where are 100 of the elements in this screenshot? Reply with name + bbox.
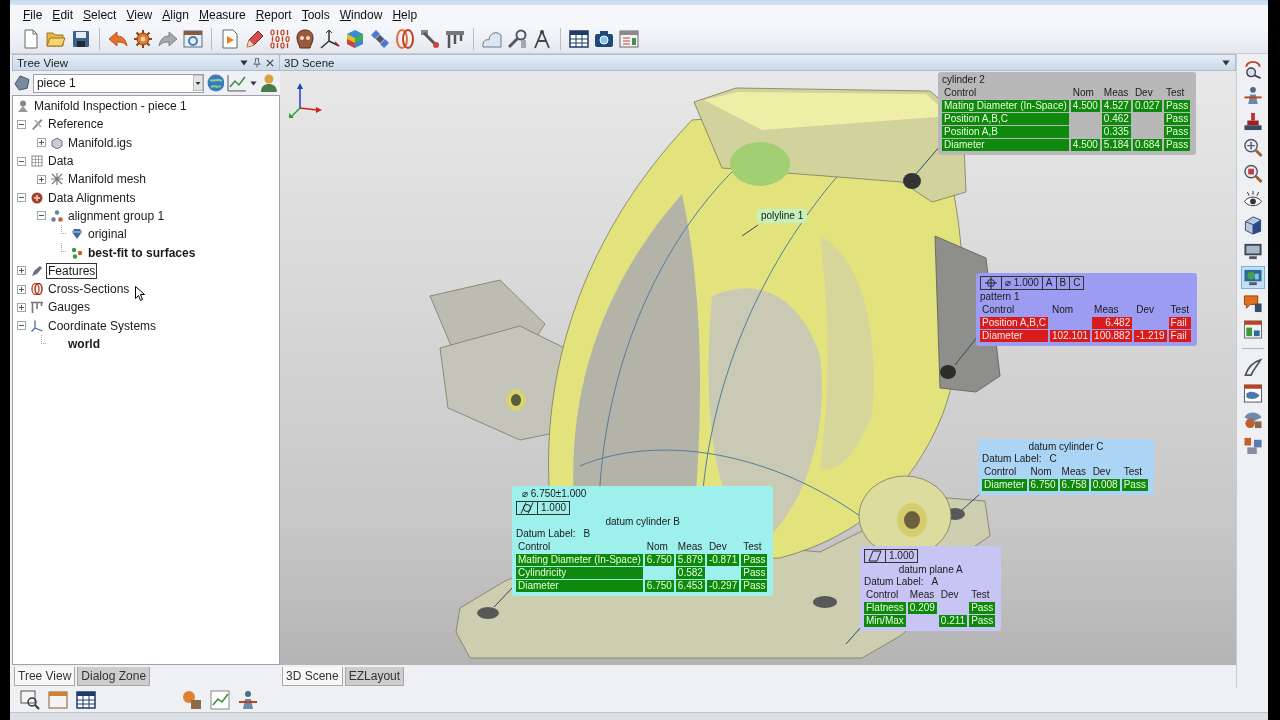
menu-item[interactable]: File [18,7,48,23]
tree-item[interactable]: Coordinate Systems [46,317,159,334]
head-icon[interactable] [295,29,315,49]
document-play-icon[interactable] [220,29,240,49]
menu-item[interactable]: Tools [296,7,335,23]
table-cell: 6.453 [675,580,705,592]
report-window-icon[interactable] [619,29,639,49]
monitor-tree-icon[interactable] [1240,266,1265,289]
tolerance-value: 1.000 [885,550,918,562]
table-cell: 0.335 [1101,126,1131,138]
tree-item[interactable]: alignment group 1 [66,207,167,224]
piece-dropdown[interactable]: piece 1 [32,73,204,93]
column-header: Dev [939,589,960,601]
color-cube-icon[interactable] [345,29,365,49]
table-cell: Mating Diameter (In-Space) [516,554,643,566]
datum-reference: B [1055,277,1070,289]
menu-item[interactable]: Edit [47,7,79,23]
tool-shapes-icon[interactable] [182,690,202,710]
pencil-icon[interactable] [245,29,265,49]
tree-item[interactable]: best-fit to surfaces [86,244,198,261]
redo-arrow-icon[interactable] [158,29,178,49]
pin-icon[interactable] [253,57,261,68]
close-icon[interactable] [266,58,274,67]
table-grid-icon[interactable] [569,29,589,49]
figure-icon[interactable] [238,690,258,710]
tree-item[interactable]: Data [46,153,76,170]
collapse-icon[interactable] [37,211,46,221]
table-cell: 0.209 [907,602,937,614]
compass-icon[interactable] [532,29,552,49]
window-gear-icon[interactable] [183,29,203,49]
tab[interactable]: Dialog Zone [77,667,151,686]
tree-item[interactable]: Manifold Inspection - piece 1 [32,98,189,115]
table-grid-icon[interactable] [76,690,96,710]
column-header: Control [517,541,552,553]
cloud-icon[interactable] [482,29,502,49]
undo-arrow-icon[interactable] [108,29,128,49]
satellite-icon[interactable] [370,29,390,49]
caliper-icon[interactable] [445,29,465,49]
menu-item[interactable]: Report [250,7,297,23]
tree-item[interactable]: Data Alignments [46,189,138,206]
menu-item[interactable]: Measure [193,7,251,23]
tree-item[interactable]: Features [46,262,98,279]
menu-item[interactable]: Select [78,7,122,23]
table-cell: Cylindricity [516,567,643,579]
expand-icon[interactable] [17,284,26,294]
caret-icon[interactable] [250,80,258,86]
expand-icon[interactable] [17,266,26,276]
table-cell: 0.462 [1101,113,1131,125]
nodes-icon [71,246,83,259]
callout-title: datum plane A [898,564,963,576]
gauge-icon [31,301,43,314]
column-header: Meas [1093,304,1120,316]
tab[interactable]: EZLayout [344,667,405,686]
expand-icon[interactable] [37,174,46,184]
caret-icon[interactable] [1222,59,1230,66]
expand-icon[interactable] [37,138,46,148]
open-folder-icon[interactable] [46,29,66,49]
panel-title: 3D Scene [284,56,335,69]
camera-icon[interactable] [594,29,614,49]
menu-item[interactable]: Window [334,7,388,23]
datum-label: Datum Label: [864,576,924,588]
collapse-icon[interactable] [17,119,26,129]
wrench-icon[interactable] [507,29,527,49]
tree-item[interactable]: world [66,336,102,352]
table-cell: -1.219 [1134,330,1167,342]
expand-icon[interactable] [17,302,26,312]
chart-icon[interactable] [210,690,230,710]
tree-item[interactable]: Gauges [46,299,93,316]
chart-icon[interactable] [227,74,248,92]
collapse-icon[interactable] [17,321,26,331]
tree-item[interactable]: Reference [46,116,106,133]
menu-item[interactable]: Help [387,7,423,23]
cad-part-icon [51,136,63,149]
tree-item[interactable]: Manifold mesh [66,171,149,188]
caret-icon[interactable] [240,59,248,66]
collapse-icon[interactable] [17,156,26,166]
menu-item[interactable]: Align [157,7,194,23]
zoom-window-icon[interactable] [20,690,40,710]
caret-icon[interactable] [192,75,203,91]
menu-item[interactable]: View [121,7,158,23]
collapse-icon[interactable] [17,193,26,203]
probe-icon[interactable] [420,29,440,49]
tab[interactable]: Tree View [14,667,76,686]
table-cell: 5.879 [675,554,705,566]
new-document-icon[interactable] [21,29,41,49]
tree-item[interactable]: Manifold.igs [66,134,135,151]
binary-data-icon[interactable] [270,29,290,49]
axes-icon[interactable] [320,29,340,49]
tree-item[interactable]: Cross-Sections [46,281,132,298]
tree-item[interactable]: original [86,226,129,243]
globe-icon[interactable] [206,74,225,92]
callout-title: pattern 1 [980,291,1020,303]
loops-icon[interactable] [395,29,415,49]
tab[interactable]: 3D Scene [282,667,343,686]
column-header: Meas [908,589,936,601]
window-icon[interactable] [48,690,68,710]
column-header: Test [742,541,763,553]
cog-icon[interactable] [133,29,153,49]
table-cell: -0.297 [706,580,740,592]
person-icon[interactable] [260,74,278,92]
